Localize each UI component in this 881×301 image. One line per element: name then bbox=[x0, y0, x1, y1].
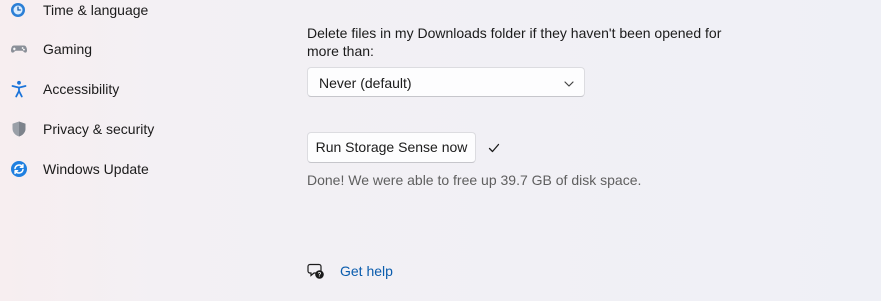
sidebar-item-gaming[interactable]: Gaming bbox=[0, 31, 240, 67]
sidebar-item-label: Windows Update bbox=[43, 161, 149, 177]
sidebar-nav: Time & language Gaming Accessibility Pri… bbox=[0, 0, 250, 301]
downloads-cleanup-description: Delete files in my Downloads folder if t… bbox=[307, 25, 722, 59]
checkmark-icon bbox=[487, 141, 501, 155]
sidebar-item-label: Time & language bbox=[43, 2, 149, 18]
help-icon: ? bbox=[307, 262, 325, 280]
sidebar-item-label: Accessibility bbox=[43, 81, 120, 97]
clock-globe-icon bbox=[10, 1, 28, 19]
run-storage-sense-button[interactable]: Run Storage Sense now bbox=[307, 132, 476, 163]
accessibility-icon bbox=[10, 80, 28, 98]
get-help-link[interactable]: Get help bbox=[340, 263, 393, 279]
dropdown-selected-value: Never (default) bbox=[319, 75, 412, 91]
sidebar-item-label: Gaming bbox=[43, 41, 93, 57]
chevron-down-icon bbox=[563, 77, 575, 89]
svg-text:?: ? bbox=[318, 273, 322, 279]
windows-update-icon bbox=[10, 160, 28, 178]
sidebar-item-privacy-security[interactable]: Privacy & security bbox=[0, 111, 240, 147]
sidebar-item-windows-update[interactable]: Windows Update bbox=[0, 151, 240, 187]
sidebar-item-time-language[interactable]: Time & language bbox=[0, 0, 240, 28]
sidebar-item-label: Privacy & security bbox=[43, 121, 155, 137]
shield-icon bbox=[10, 120, 28, 138]
gamepad-icon bbox=[10, 40, 28, 58]
sidebar-item-accessibility[interactable]: Accessibility bbox=[0, 71, 240, 107]
storage-sense-panel: Delete files in my Downloads folder if t… bbox=[307, 0, 867, 301]
downloads-cleanup-dropdown[interactable]: Never (default) bbox=[307, 67, 585, 97]
storage-sense-status: Done! We were able to free up 39.7 GB of… bbox=[307, 172, 642, 188]
